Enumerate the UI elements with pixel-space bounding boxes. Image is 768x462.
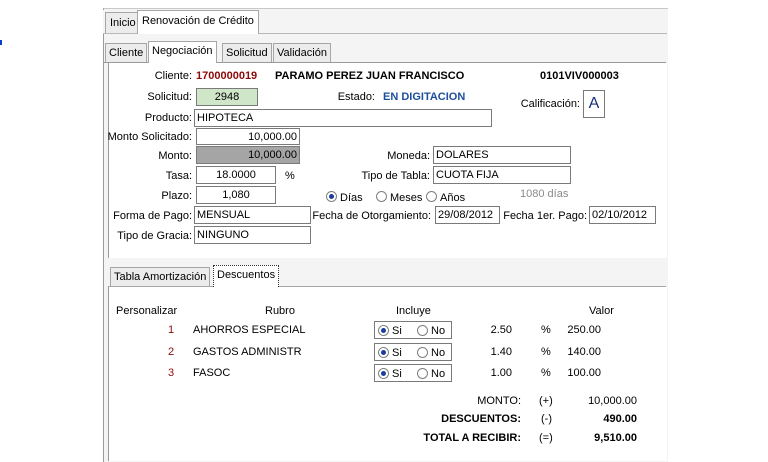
monto-label: Monto: <box>158 150 192 162</box>
row-valor: 250.00 <box>567 324 601 336</box>
lower-tab-bar: Tabla Amortización Descuentos <box>108 264 666 287</box>
row-pct: 2.50 <box>490 324 512 336</box>
forma-pago-field[interactable]: MENSUAL <box>194 206 311 224</box>
row-number: 1 <box>168 324 175 336</box>
row-rubro: AHORROS ESPECIAL <box>193 324 306 336</box>
incluye-radio-group: Si No <box>374 364 452 382</box>
row-pct-sign: % <box>541 324 551 336</box>
plazo-meses-radio[interactable] <box>376 191 387 202</box>
fecha-pago-label: Fecha 1er. Pago: <box>503 210 587 222</box>
blue-marker <box>0 40 2 45</box>
row-pct-sign: % <box>541 346 551 358</box>
tipo-gracia-label: Tipo de Gracia: <box>117 230 192 242</box>
tipo-gracia-field[interactable]: NINGUNO <box>194 226 311 244</box>
plazo-equivalent: 1080 días <box>520 188 569 200</box>
tab-tabla-amortizacion[interactable]: Tabla Amortización <box>110 267 211 286</box>
row-rubro: FASOC <box>193 367 231 379</box>
estado-label: Estado: <box>337 91 375 103</box>
calificacion-label: Calificación: <box>520 98 580 110</box>
tab-descuentos[interactable]: Descuentos <box>213 265 280 287</box>
row-pct: 1.40 <box>490 346 512 358</box>
tab-cliente[interactable]: Cliente <box>105 43 148 62</box>
plazo-dias-label: Días <box>340 192 363 204</box>
incluye-no-label: No <box>431 325 446 337</box>
plazo-label: Plazo: <box>161 190 192 202</box>
header-personalizar: Personalizar <box>116 305 178 317</box>
producto-field[interactable]: HIPOTECA <box>194 109 492 127</box>
cliente-label: Cliente: <box>154 70 192 82</box>
plazo-meses-label: Meses <box>390 192 423 204</box>
total-descuentos-label: DESCUENTOS: <box>441 413 521 425</box>
total-recibir-label: TOTAL A RECIBIR: <box>423 432 521 444</box>
tab-inicio[interactable]: Inicio <box>105 12 141 33</box>
total-monto-label: MONTO: <box>477 395 521 407</box>
tab-negociacion[interactable]: Negociación <box>148 41 217 63</box>
plazo-dias-radio[interactable] <box>326 191 337 202</box>
producto-label: Producto: <box>144 112 192 124</box>
incluye-no-radio[interactable] <box>417 368 428 379</box>
tasa-label: Tasa: <box>165 170 192 182</box>
row-pct: 1.00 <box>490 367 512 379</box>
row-number: 2 <box>168 346 175 358</box>
calificacion-badge: A <box>583 90 605 118</box>
incluye-si-label: Si <box>392 325 402 337</box>
fecha-otorgamiento-field[interactable]: 29/08/2012 <box>435 206 500 224</box>
fecha-otorgamiento-label: Fecha de Otorgamiento: <box>312 210 431 222</box>
tab-renovacion-credito[interactable]: Renovación de Crédito <box>137 10 259 34</box>
incluye-radio-group: Si No <box>374 321 452 339</box>
cliente-name: PARAMO PEREZ JUAN FRANCISCO <box>275 70 465 82</box>
total-descuentos-value: 490.00 <box>603 413 637 425</box>
sub-tab-bar: Cliente Negociación Solicitud Validación <box>104 41 666 63</box>
tab-solicitud[interactable]: Solicitud <box>222 43 272 62</box>
incluye-no-label: No <box>431 368 446 380</box>
forma-pago-label: Forma de Pago: <box>113 210 192 222</box>
incluye-si-radio[interactable] <box>378 368 389 379</box>
total-monto-value: 10,000.00 <box>588 395 637 407</box>
total-descuentos-sign: (-) <box>541 413 552 425</box>
header-rubro: Rubro <box>265 305 295 317</box>
tasa-unit: % <box>285 170 295 182</box>
row-valor: 140.00 <box>567 346 601 358</box>
header-valor: Valor <box>589 305 614 317</box>
cliente-code: 1700000019 <box>196 70 258 82</box>
fecha-pago-field[interactable]: 02/10/2012 <box>589 206 656 224</box>
incluye-si-radio[interactable] <box>378 325 389 336</box>
cliente-account: 0101VIV000003 <box>540 70 619 82</box>
moneda-field[interactable]: DOLARES <box>433 146 571 164</box>
row-pct-sign: % <box>541 367 551 379</box>
incluye-no-radio[interactable] <box>417 347 428 358</box>
plazo-anos-radio[interactable] <box>426 191 437 202</box>
window-tab-bar: Inicio Renovación de Crédito <box>103 10 667 34</box>
plazo-anos-label: Años <box>440 192 466 204</box>
plazo-field[interactable]: 1,080 <box>196 186 276 204</box>
monto-solicitado-field[interactable]: 10,000.00 <box>196 128 300 145</box>
tab-validacion[interactable]: Validación <box>273 43 331 62</box>
monto-solicitado-label: Monto Solicitado: <box>107 131 192 143</box>
tasa-field[interactable]: 18.0000 <box>196 166 276 184</box>
incluye-radio-group: Si No <box>374 343 452 361</box>
solicitud-field[interactable]: 2948 <box>196 88 258 106</box>
incluye-si-radio[interactable] <box>378 347 389 358</box>
moneda-label: Moneda: <box>387 150 430 162</box>
tipo-tabla-label: Tipo de Tabla: <box>361 170 431 182</box>
incluye-no-radio[interactable] <box>417 325 428 336</box>
estado-value: EN DIGITACION <box>383 91 466 103</box>
monto-field: 10,000.00 <box>196 146 300 164</box>
row-valor: 100.00 <box>567 367 601 379</box>
incluye-si-label: Si <box>392 368 402 380</box>
incluye-no-label: No <box>431 347 446 359</box>
header-incluye: Incluye <box>396 305 431 317</box>
total-recibir-value: 9,510.00 <box>594 432 637 444</box>
incluye-si-label: Si <box>392 347 402 359</box>
total-monto-sign: (+) <box>539 395 553 407</box>
row-rubro: GASTOS ADMINISTR <box>193 346 302 358</box>
row-number: 3 <box>168 367 175 379</box>
tipo-tabla-field[interactable]: CUOTA FIJA <box>433 166 571 184</box>
total-recibir-sign: (=) <box>539 432 553 444</box>
solicitud-label: Solicitud: <box>147 91 192 103</box>
